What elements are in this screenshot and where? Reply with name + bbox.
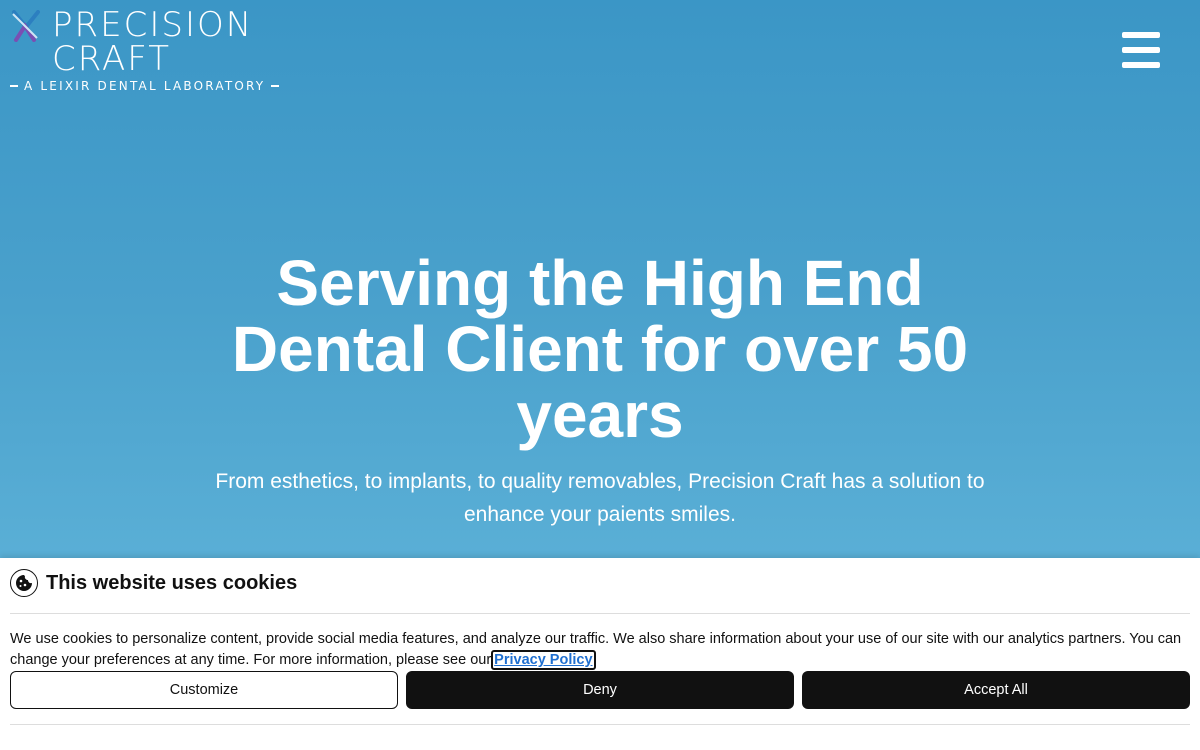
hero-section: PRECISION CRAFT A LEIXIR DENTAL LABORATO…	[0, 0, 1200, 560]
privacy-policy-link[interactable]: Privacy Policy	[491, 650, 596, 670]
deny-button[interactable]: Deny	[406, 671, 794, 709]
hero-subtitle: From esthetics, to implants, to quality …	[215, 470, 985, 526]
logo-name-line2: CRAFT	[52, 39, 171, 79]
logo-tagline: A LEIXIR DENTAL LABORATORY	[10, 79, 310, 93]
logo[interactable]: PRECISION CRAFT A LEIXIR DENTAL LABORATO…	[10, 5, 310, 93]
cookie-banner: This website uses cookies We use cookies…	[0, 558, 1200, 750]
cookie-icon	[10, 569, 38, 597]
hamburger-menu-icon[interactable]	[1122, 32, 1160, 68]
logo-name-line1: PRECISION	[52, 5, 254, 45]
tooth-logo-icon	[12, 10, 40, 42]
cookie-banner-header: This website uses cookies	[10, 569, 297, 597]
customize-button[interactable]: Customize	[10, 671, 398, 709]
divider	[10, 724, 1190, 725]
divider	[10, 613, 1190, 614]
cookie-banner-text: We use cookies to personalize content, p…	[10, 629, 1190, 671]
accept-all-button[interactable]: Accept All	[802, 671, 1190, 709]
cookie-banner-title: This website uses cookies	[46, 571, 298, 594]
cookie-text-body: We use cookies to personalize content, p…	[10, 631, 1182, 668]
hero-title: Serving the High End Dental Client for o…	[231, 247, 969, 451]
logo-tagline-text: A LEIXIR DENTAL LABORATORY	[24, 79, 266, 93]
